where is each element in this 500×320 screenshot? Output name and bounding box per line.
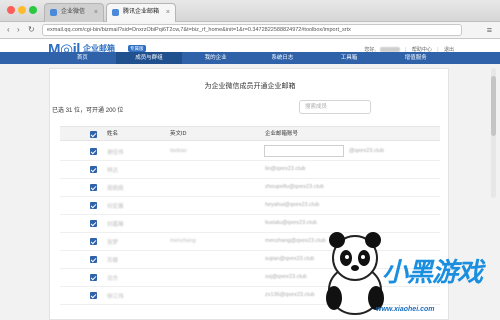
browser-tab-strip: 企业微信 × 腾讯企业邮箱 × [0,0,500,22]
url-field[interactable]: exmail.qq.com/cgi-bin/bizmail?sid=DnxrzO… [42,24,462,36]
member-email: zx136@qxex23.club [265,292,315,298]
member-email: sxj@qxex23.club [265,274,307,280]
tab-label: 企业微信 [61,9,86,15]
member-name: 何宏雅 [107,204,124,210]
member-english-id: taobao [170,148,187,154]
close-window-icon[interactable] [7,6,15,14]
selected-count: 31 [65,108,73,114]
member-search-input[interactable] [299,100,371,114]
page-scrollbar[interactable] [491,68,496,198]
available-count: 200 [105,108,116,114]
member-name: 谢佳伟 [107,150,124,156]
edition-badge: 专属版 [128,45,146,52]
browser-menu-icon[interactable]: ≡ [487,25,492,35]
header-name: 姓名 [107,131,119,137]
tab-close-icon[interactable]: × [94,4,98,21]
watermark: 小黑游戏 www.xiaohei.com [320,222,500,320]
back-arrow-icon[interactable]: ‹ [7,25,10,35]
member-email: zhoupeifu@qxex23.club [265,184,324,190]
nav-value-added[interactable]: 增值服务 [382,52,449,64]
panda-mascot-icon [326,232,384,315]
header-email: 企业邮箱账号 [265,131,299,137]
member-name: 张梦 [107,240,119,246]
tab-exmail[interactable]: 腾讯企业邮箱 × [106,3,176,22]
table-row: 谢佳伟 taobao @qxex23.club [60,143,440,161]
main-nav: 首页 成员与群组 我的企业 系统日志 工具箱 增值服务 [0,52,500,64]
address-bar: ‹ › ↻ exmail.qq.com/cgi-bin/bizmail?sid=… [0,22,500,39]
table-row: 林达 lin@qxex23.club [60,161,440,179]
count-suffix: 位 [117,108,124,114]
nav-system-log[interactable]: 系统日志 [249,52,316,64]
tab-close-icon[interactable]: × [166,4,170,21]
row-checkbox[interactable] [90,292,97,299]
member-name: 刘嘉琳 [107,222,124,228]
nav-members-groups[interactable]: 成员与群组 [115,52,183,64]
tab-wework[interactable]: 企业微信 × [44,3,104,22]
member-email: sujian@qxex23.club [265,256,315,262]
member-email: menzhang@qxex23.club [265,238,326,244]
selection-count: 已选 31 位，可开通 200 位 [52,105,123,114]
count-mid: 位，可开通 [74,108,105,114]
row-checkbox[interactable] [90,274,97,281]
nav-my-company[interactable]: 我的企业 [182,52,249,64]
table-row: 周佩佩 zhoupeifu@qxex23.club [60,179,440,197]
member-name: 林达 [107,168,119,174]
tab-label: 腾讯企业邮箱 [123,9,160,15]
member-name: 周佩佩 [107,186,124,192]
member-email: heyahui@qxex23.club [265,202,320,208]
member-email: liuxialu@qxex23.club [265,220,317,226]
email-account-input[interactable] [264,145,344,157]
member-name: 沈杰 [107,276,119,282]
row-checkbox[interactable] [90,256,97,263]
nav-toolbox[interactable]: 工具箱 [316,52,383,64]
exmail-favicon-icon [112,9,119,16]
watermark-brand: 小黑游戏 [382,257,483,287]
member-email: lin@qxex23.club [265,166,306,172]
page-title: 为企业微信成员开通企业邮箱 [204,83,296,90]
reload-icon[interactable]: ↻ [28,25,35,35]
row-checkbox[interactable] [90,220,97,227]
minimize-window-icon[interactable] [18,6,26,14]
row-checkbox[interactable] [90,184,97,191]
zoom-window-icon[interactable] [29,6,37,14]
forward-arrow-icon[interactable]: › [17,25,20,35]
nav-home[interactable]: 首页 [49,52,116,64]
row-checkbox[interactable] [90,202,97,209]
row-checkbox[interactable] [90,166,97,173]
header-english-id: 英文ID [170,131,187,137]
member-name: 徐江玮 [107,294,124,300]
row-checkbox[interactable] [90,148,97,155]
watermark-url: www.xiaohei.com [376,306,435,313]
select-all-checkbox[interactable] [90,131,97,138]
table-row: 何宏雅 heyahui@qxex23.club [60,197,440,215]
table-header: 姓名 英文ID 企业邮箱账号 [60,126,440,141]
member-name: 苏健 [107,258,119,264]
scrollbar-thumb[interactable] [491,76,496,136]
wework-favicon-icon [50,9,57,16]
email-domain-suffix: @qxex23.club [349,148,384,154]
row-checkbox[interactable] [90,238,97,245]
count-prefix: 已选 [52,108,65,114]
member-english-id: menzhang [170,238,196,244]
